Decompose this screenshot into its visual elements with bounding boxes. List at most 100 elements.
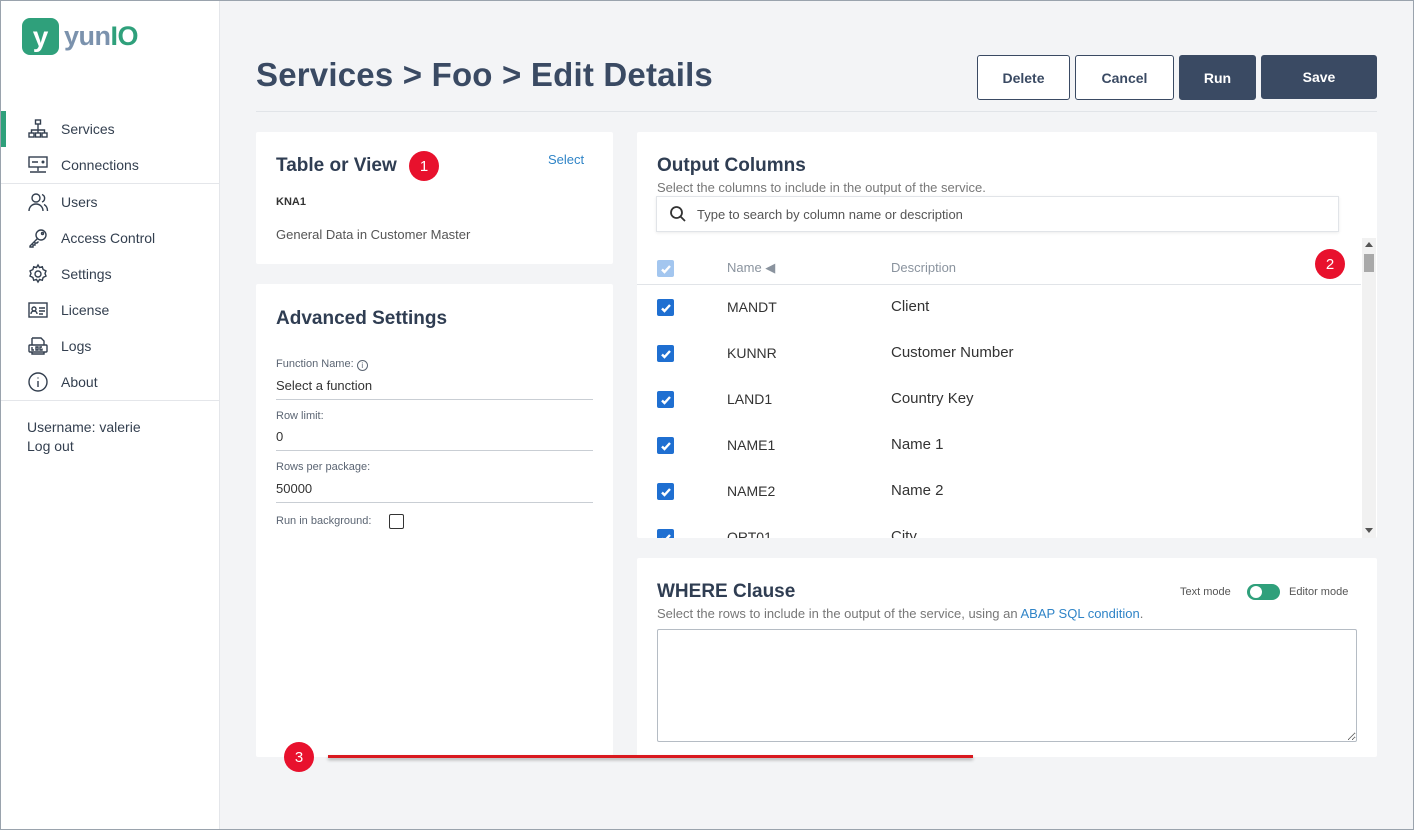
row-checkbox[interactable]	[657, 529, 674, 538]
nav-label: Connections	[61, 157, 139, 173]
key-icon	[27, 227, 49, 249]
output-columns-subtitle: Select the columns to include in the out…	[657, 180, 986, 195]
column-description: Client	[891, 298, 930, 315]
annotation-badge-1: 1	[409, 151, 439, 181]
row-checkbox[interactable]	[657, 437, 674, 454]
nav-label: License	[61, 302, 110, 318]
save-button[interactable]: Save	[1261, 55, 1377, 99]
info-icon[interactable]: i	[356, 360, 368, 371]
logout-link[interactable]: Log out	[27, 437, 141, 456]
row-limit-label: Row limit:	[276, 410, 324, 422]
table-description: General Data in Customer Master	[276, 227, 471, 242]
column-header-name[interactable]: Name ◀	[727, 260, 775, 276]
table-row: LAND1 Country Key	[637, 377, 1361, 423]
nav-item-connections[interactable]: Connections	[1, 147, 219, 183]
output-columns-card: Output Columns Select the columns to inc…	[637, 132, 1377, 538]
search-icon	[669, 205, 687, 223]
info-icon	[27, 371, 49, 393]
run-in-background-label: Run in background:	[276, 515, 372, 527]
table-row: MANDT Client	[637, 285, 1361, 331]
username: Username: valerie	[27, 419, 141, 435]
nav-item-users[interactable]: Users	[1, 184, 219, 220]
row-checkbox[interactable]	[657, 391, 674, 408]
columns-table: Name ◀ Description MANDT Client KUNNR Cu…	[637, 240, 1361, 538]
editor-mode-toggle[interactable]	[1247, 584, 1280, 600]
annotation-badge-2: 2	[1315, 249, 1345, 279]
column-search-input[interactable]	[697, 206, 1317, 222]
advanced-settings-title: Advanced Settings	[276, 308, 448, 329]
nav-item-license[interactable]: License	[1, 292, 219, 328]
table-or-view-card: Table or View Select KNA1 General Data i…	[256, 132, 613, 264]
select-table-link[interactable]: Select	[548, 152, 584, 167]
column-name: NAME2	[727, 483, 776, 499]
user-info: Username: valerie Log out	[27, 418, 141, 456]
nav-item-settings[interactable]: Settings	[1, 256, 219, 292]
header-divider	[256, 111, 1377, 112]
nav-item-about[interactable]: About	[1, 364, 219, 400]
text-mode-label: Text mode	[1180, 586, 1231, 598]
page-title: Services > Foo > Edit Details	[256, 56, 713, 93]
where-clause-card: WHERE Clause Text mode Editor mode Selec…	[637, 558, 1377, 757]
row-limit-input[interactable]: 0	[276, 429, 593, 451]
row-checkbox[interactable]	[657, 345, 674, 362]
column-description: City	[891, 528, 917, 538]
column-name: KUNNR	[727, 345, 777, 361]
table-row: ORT01 City	[637, 515, 1361, 538]
id-card-icon	[27, 299, 49, 321]
table-row: KUNNR Customer Number	[637, 331, 1361, 377]
cancel-button[interactable]: Cancel	[1075, 55, 1174, 100]
row-checkbox[interactable]	[657, 483, 674, 500]
select-all-checkbox[interactable]	[657, 260, 674, 277]
column-name: ORT01	[727, 529, 772, 538]
nav-label: Settings	[61, 266, 112, 282]
nav-divider	[1, 400, 219, 401]
annotation-badge-3: 3	[284, 742, 314, 772]
run-button[interactable]: Run	[1179, 55, 1256, 100]
logo[interactable]: y yunIO	[22, 18, 139, 55]
main-nav: Services Connections Users Access Contro…	[1, 111, 219, 401]
rows-per-package-input[interactable]: 50000	[276, 481, 593, 503]
row-checkbox[interactable]	[657, 299, 674, 316]
delete-button[interactable]: Delete	[977, 55, 1070, 100]
where-clause-subtitle: Select the rows to include in the output…	[657, 606, 1144, 621]
rows-per-package-label: Rows per package:	[276, 461, 371, 473]
column-description: Name 2	[891, 482, 944, 499]
advanced-settings-card: Advanced Settings Function Name: i Selec…	[256, 284, 613, 757]
nav-label: Services	[61, 121, 115, 137]
nav-item-services[interactable]: Services	[1, 111, 219, 147]
logo-mark: y	[22, 18, 59, 55]
column-description: Customer Number	[891, 344, 1014, 361]
abap-sql-link[interactable]: ABAP SQL condition	[1021, 606, 1140, 621]
nav-item-access-control[interactable]: Access Control	[1, 220, 219, 256]
server-icon	[27, 154, 49, 176]
output-columns-title: Output Columns	[657, 155, 806, 176]
table-scrollbar[interactable]	[1362, 238, 1376, 538]
column-name: NAME1	[727, 437, 776, 453]
column-name: MANDT	[727, 299, 777, 315]
gear-icon	[27, 263, 49, 285]
sitemap-icon	[27, 118, 49, 140]
run-in-background-checkbox[interactable]	[389, 514, 404, 529]
logo-text: yunIO	[64, 21, 139, 51]
table-row: NAME1 Name 1	[637, 423, 1361, 469]
table-or-view-title: Table or View	[276, 155, 397, 176]
scroll-up-arrow[interactable]	[1365, 242, 1373, 247]
function-name-label: Function Name: i	[276, 358, 368, 371]
editor-mode-label: Editor mode	[1289, 586, 1349, 598]
column-header-description: Description	[891, 260, 957, 275]
column-name: LAND1	[727, 391, 773, 407]
annotation-underline	[328, 755, 973, 758]
function-name-field[interactable]: Select a function	[276, 378, 593, 400]
nav-label: Access Control	[61, 230, 156, 246]
column-search	[656, 196, 1339, 232]
where-clause-title: WHERE Clause	[657, 581, 796, 602]
table-name: KNA1	[276, 196, 306, 208]
nav-label: Users	[61, 194, 98, 210]
nav-label: Logs	[61, 338, 92, 354]
nav-label: About	[61, 374, 98, 390]
scroll-thumb[interactable]	[1364, 254, 1374, 272]
nav-item-logs[interactable]: Logs	[1, 328, 219, 364]
where-clause-input[interactable]	[657, 629, 1357, 742]
scroll-down-arrow[interactable]	[1365, 528, 1373, 533]
table-row: NAME2 Name 2	[637, 469, 1361, 515]
